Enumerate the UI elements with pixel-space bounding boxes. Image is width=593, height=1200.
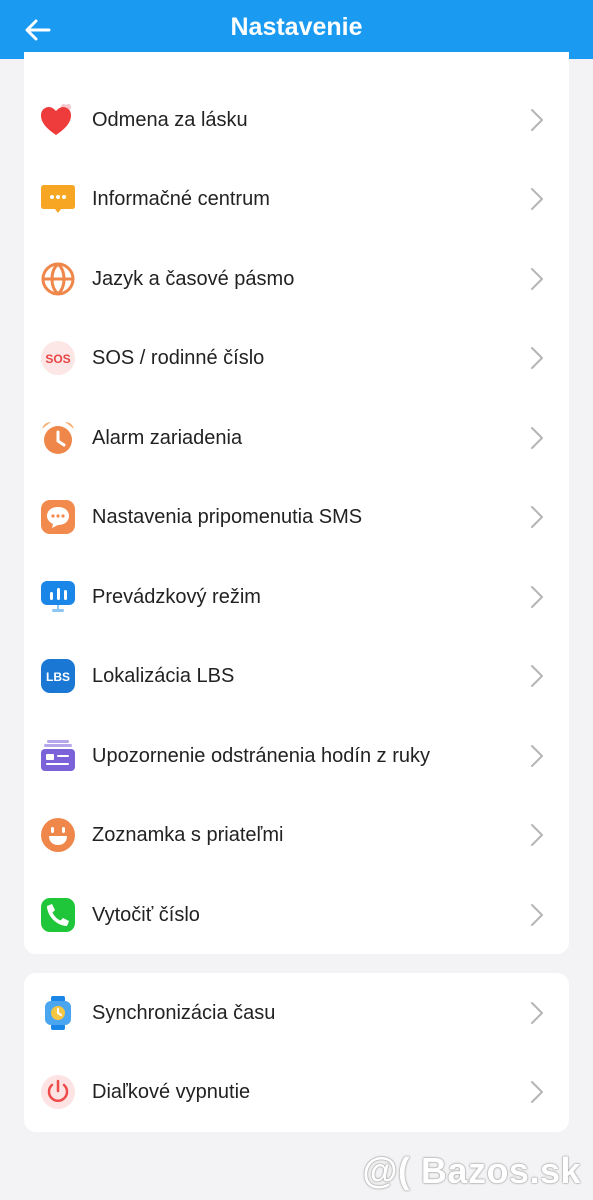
settings-item-label: SOS / rodinné číslo	[92, 347, 265, 369]
chevron-right-icon	[531, 506, 543, 528]
settings-item-label: Diaľkové vypnutie	[92, 1081, 251, 1103]
settings-item-sync[interactable]: Synchronizácia času	[24, 973, 569, 1053]
settings-item-rezim[interactable]: Prevádzkový režim	[24, 557, 569, 637]
settings-item-label: Upozornenie odstránenia hodín z ruky	[92, 745, 430, 767]
svg-text:SOS: SOS	[45, 352, 70, 366]
settings-item-upozornenie[interactable]: Upozornenie odstránenia hodín z ruky	[24, 716, 569, 796]
chevron-right-icon	[531, 268, 543, 290]
chevron-right-icon	[531, 427, 543, 449]
chevron-right-icon	[531, 1081, 543, 1103]
page-title: Nastavenie	[230, 13, 363, 41]
globe-icon	[40, 261, 76, 297]
chevron-right-icon	[531, 109, 543, 131]
settings-item-label: Alarm zariadenia	[92, 427, 243, 449]
settings-item-label: Jazyk a časové pásmo	[92, 268, 295, 290]
settings-item-label: Prevádzkový režim	[92, 586, 261, 608]
chat-bubble-icon	[40, 499, 76, 535]
settings-item-label: Zoznamka s priateľmi	[92, 824, 284, 846]
settings-item-odmena[interactable]: Odmena za lásku	[24, 80, 569, 160]
lbs-icon: LBS	[40, 658, 76, 694]
settings-item-lbs[interactable]: LBS Lokalizácia LBS	[24, 636, 569, 716]
settings-item-info[interactable]: Informačné centrum	[24, 159, 569, 239]
settings-item-jazyk[interactable]: Jazyk a časové pásmo	[24, 239, 569, 319]
smiley-icon	[40, 817, 76, 853]
settings-item-label: Lokalizácia LBS	[92, 665, 235, 687]
heart-icon	[40, 102, 76, 138]
chevron-right-icon	[531, 586, 543, 608]
settings-item-label: Synchronizácia času	[92, 1002, 276, 1024]
settings-item-vytocit[interactable]: Vytočiť číslo	[24, 875, 569, 955]
watermark: @( Bazos.sk	[362, 1150, 581, 1191]
settings-item-zoznamka[interactable]: Zoznamka s priateľmi	[24, 795, 569, 875]
settings-item-alarm[interactable]: Alarm zariadenia	[24, 398, 569, 478]
app-header: Nastavenie	[0, 0, 593, 59]
phone-icon	[40, 897, 76, 933]
settings-item-label: Nastavenia pripomenutia SMS	[92, 506, 363, 528]
settings-item-label: Odmena za lásku	[92, 109, 248, 131]
chevron-right-icon	[531, 904, 543, 926]
chevron-right-icon	[531, 745, 543, 767]
settings-group-device: Synchronizácia času Diaľkové vypnutie	[24, 973, 569, 1132]
settings-item-label: Informačné centrum	[92, 188, 270, 210]
svg-text:LBS: LBS	[46, 670, 70, 684]
chevron-right-icon	[531, 347, 543, 369]
settings-group-main: Odmena za lásku Informačné centrum Jazyk…	[24, 52, 569, 954]
settings-item-label: Vytočiť číslo	[92, 904, 200, 926]
settings-item-vypnutie[interactable]: Diaľkové vypnutie	[24, 1052, 569, 1132]
chevron-right-icon	[531, 188, 543, 210]
id-card-icon	[40, 738, 76, 774]
chevron-right-icon	[531, 824, 543, 846]
settings-item-sos[interactable]: SOS SOS / rodinné číslo	[24, 318, 569, 398]
monitor-chart-icon	[40, 579, 76, 615]
message-dots-icon	[40, 181, 76, 217]
chevron-right-icon	[531, 1002, 543, 1024]
sos-icon: SOS	[40, 340, 76, 376]
watch-icon	[40, 995, 76, 1031]
alarm-clock-icon	[40, 420, 76, 456]
chevron-right-icon	[531, 665, 543, 687]
settings-item-sms[interactable]: Nastavenia pripomenutia SMS	[24, 477, 569, 557]
power-icon	[40, 1074, 76, 1110]
